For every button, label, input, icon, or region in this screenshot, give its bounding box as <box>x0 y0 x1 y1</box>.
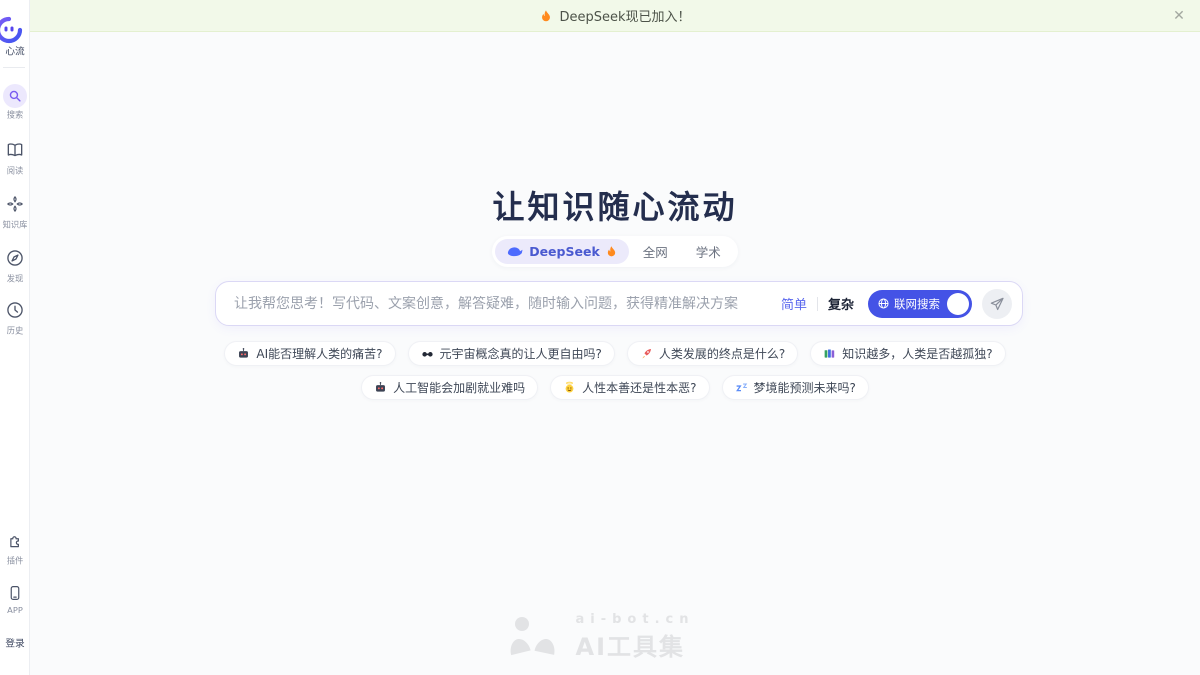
flame-icon <box>605 245 618 258</box>
page-title: 让知识随心流动 <box>30 182 1200 228</box>
rocket-icon <box>640 347 653 360</box>
suggestion-chip[interactable]: 梦境能预测未来吗? <box>722 375 869 400</box>
book-icon <box>5 140 25 164</box>
sidebar: 心流 搜索 阅读 知识库 <box>0 0 30 675</box>
chip-label: AI能否理解人类的痛苦? <box>256 345 382 362</box>
zzz-icon <box>735 381 748 394</box>
suggestion-chip[interactable]: 人性本善还是性本恶? <box>550 375 709 400</box>
chip-label: 元宇宙概念真的让人更自由吗? <box>440 345 602 362</box>
sidebar-item-plugin[interactable]: 插件 <box>0 532 30 567</box>
books-icon <box>823 347 836 360</box>
robot-icon <box>237 347 250 360</box>
sidebar-item-history[interactable]: 历史 <box>0 300 30 337</box>
compass-icon <box>5 248 25 272</box>
toggle-knob <box>947 293 969 315</box>
mode-complex-button[interactable]: 复杂 <box>828 294 854 313</box>
watermark-text: ai-bot.cn AI工具集 <box>576 612 695 662</box>
watermark-title: AI工具集 <box>576 627 695 662</box>
mode-divider <box>817 297 818 311</box>
sidebar-item-discover[interactable]: 发现 <box>0 248 30 285</box>
search-mode-tabs: DeepSeek 全网 学术 <box>30 236 1200 267</box>
search-icon <box>3 84 27 108</box>
tabs-pill: DeepSeek 全网 学术 <box>492 236 738 267</box>
close-icon[interactable]: ✕ <box>1171 8 1187 24</box>
chip-label: 人类发展的终点是什么? <box>659 345 785 362</box>
suggestion-chip[interactable]: 知识越多，人类是否越孤独? <box>810 341 1005 366</box>
sidebar-item-app[interactable]: APP <box>0 584 30 616</box>
history-clock-icon <box>5 300 25 324</box>
sidebar-item-search[interactable]: 搜索 <box>0 84 30 121</box>
chip-label: 人工智能会加剧就业难吗 <box>393 379 525 396</box>
sidebar-item-login[interactable]: 登录 <box>0 636 30 651</box>
ai-bot-logo <box>506 615 564 659</box>
globe-icon <box>877 297 890 310</box>
banner-text: DeepSeek现已加入！ <box>559 6 690 25</box>
logo-label: 心流 <box>0 44 30 59</box>
plugin-puzzle-icon <box>6 532 24 554</box>
xinliu-logo-icon <box>0 16 23 44</box>
tab-academic[interactable]: 学术 <box>682 239 735 264</box>
suggestion-chip[interactable]: AI能否理解人类的痛苦? <box>224 341 395 366</box>
sidebar-item-knowledge[interactable]: 知识库 <box>0 194 30 231</box>
paper-plane-icon <box>989 296 1005 312</box>
web-search-toggle[interactable]: 联网搜索 <box>868 290 972 318</box>
suggestion-row-1: AI能否理解人类的痛苦? 元宇宙概念真的让人更自由吗? 人类发展的终点是什么? … <box>30 341 1200 366</box>
suggestion-row-2: 人工智能会加剧就业难吗 人性本善还是性本恶? 梦境能预测未来吗? <box>30 375 1200 400</box>
watermark: ai-bot.cn AI工具集 <box>0 612 1200 662</box>
xinliu-logo[interactable] <box>0 16 25 44</box>
web-search-label: 联网搜索 <box>894 296 940 312</box>
mode-simple-button[interactable]: 简单 <box>781 294 807 313</box>
chip-label: 人性本善还是性本恶? <box>582 379 696 396</box>
robot-icon <box>374 381 387 394</box>
vr-goggles-icon <box>421 347 434 360</box>
angel-face-icon <box>563 381 576 394</box>
tab-fullweb-label: 全网 <box>643 242 668 261</box>
suggestion-chip[interactable]: 元宇宙概念真的让人更自由吗? <box>408 341 615 366</box>
whale-icon <box>506 245 524 258</box>
suggestion-chip[interactable]: 人类发展的终点是什么? <box>627 341 798 366</box>
search-input[interactable] <box>234 296 771 312</box>
tab-fullweb[interactable]: 全网 <box>629 239 682 264</box>
tab-deepseek-label: DeepSeek <box>529 244 600 259</box>
sidebar-item-reading[interactable]: 阅读 <box>0 140 30 177</box>
tab-academic-label: 学术 <box>696 242 721 261</box>
suggestion-chip[interactable]: 人工智能会加剧就业难吗 <box>361 375 538 400</box>
chip-label: 梦境能预测未来吗? <box>754 379 856 396</box>
app-root: DeepSeek现已加入！ ✕ 心流 搜索 <box>0 0 1200 675</box>
promo-banner: DeepSeek现已加入！ ✕ <box>30 0 1200 32</box>
watermark-domain: ai-bot.cn <box>576 612 695 627</box>
search-bar: 简单 复杂 联网搜索 <box>215 281 1023 326</box>
sidebar-divider <box>3 67 25 68</box>
send-button[interactable] <box>982 289 1012 319</box>
chip-label: 知识越多，人类是否越孤独? <box>842 345 992 362</box>
flame-icon <box>539 9 553 23</box>
phone-icon <box>6 584 24 606</box>
tab-deepseek[interactable]: DeepSeek <box>495 239 629 264</box>
knowledge-flower-icon <box>5 194 25 218</box>
